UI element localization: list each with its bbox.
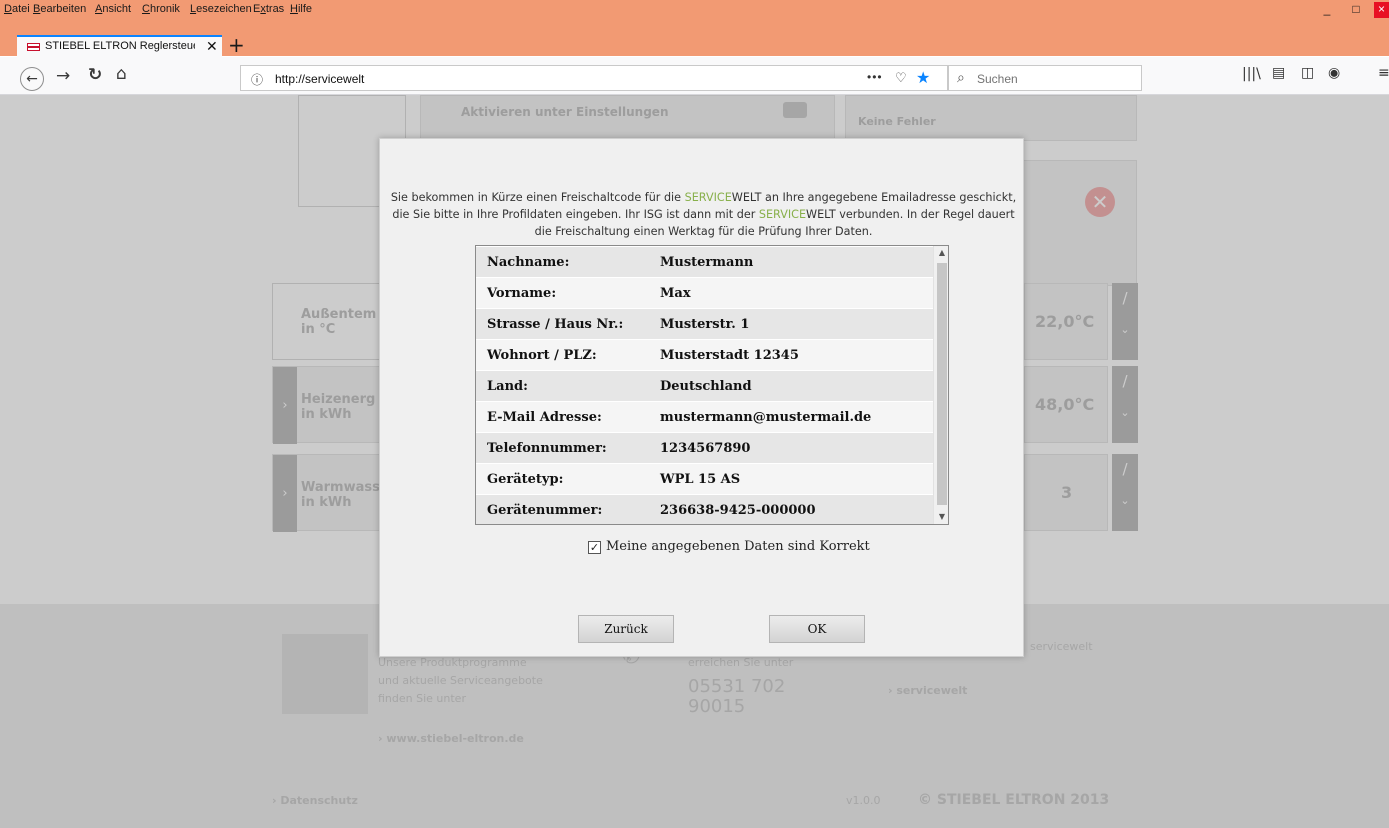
menu-datei[interactable]: Datei xyxy=(4,3,30,15)
library-icon[interactable]: |||\ xyxy=(1242,66,1261,82)
servicewelt-brand: SERVICE xyxy=(758,208,807,221)
url-text[interactable]: http://servicewelt xyxy=(275,72,364,86)
table-row: Strasse / Haus Nr.: Musterstr. 1 xyxy=(476,308,933,340)
field-label: Gerätenummer: xyxy=(476,494,649,524)
dialog-message: Sie bekommen in Kürze einen Freischaltco… xyxy=(388,189,1019,240)
url-bar[interactable]: ⓘ http://servicewelt ••• ♡ ★ xyxy=(240,65,948,91)
scrollbar-thumb[interactable] xyxy=(937,263,947,505)
maximize-button[interactable]: □ xyxy=(1347,2,1365,18)
reload-icon[interactable]: ↻ xyxy=(88,65,102,85)
field-value: Max xyxy=(649,277,933,309)
field-label: Telefonnummer: xyxy=(476,432,649,464)
registration-dialog: Sie bekommen in Kürze einen Freischaltco… xyxy=(379,138,1024,657)
table-scrollbar[interactable]: ▲ ▼ xyxy=(933,246,948,524)
table-row: Land: Deutschland xyxy=(476,370,933,402)
checkbox-checked-icon[interactable]: ✓ xyxy=(588,541,601,554)
field-value: 1234567890 xyxy=(649,432,933,464)
table-row: Gerätetyp: WPL 15 AS xyxy=(476,463,933,495)
field-value: WPL 15 AS xyxy=(649,463,933,495)
menu-hamburger-icon[interactable]: ≡ xyxy=(1378,65,1389,81)
search-icon: ⌕ xyxy=(957,69,965,85)
tab-title: STIEBEL ELTRON Reglersteueru xyxy=(45,40,195,52)
search-input[interactable]: ⌕ Suchen xyxy=(948,65,1142,91)
page-actions-icon[interactable]: ••• xyxy=(867,70,883,84)
minimize-button[interactable]: _ xyxy=(1318,2,1336,18)
message-text: Sie bekommen in Kürze einen Freischaltco… xyxy=(390,191,685,204)
field-label: E-Mail Adresse: xyxy=(476,401,649,433)
profile-data-table[interactable]: Nachname: Mustermann Vorname: Max Strasse … xyxy=(475,245,949,525)
table-row: Wohnort / PLZ: Musterstadt 12345 xyxy=(476,339,933,371)
browser-tab[interactable]: STIEBEL ELTRON Reglersteueru ✕ xyxy=(17,35,222,57)
table-row: Telefonnummer: 1234567890 xyxy=(476,432,933,464)
bookmark-star-icon[interactable]: ★ xyxy=(916,68,930,88)
field-value: mustermann@mustermail.de xyxy=(649,401,933,433)
navigation-toolbar: ← → ↻ ⌂ ⓘ http://servicewelt ••• ♡ ★ ⌕ S… xyxy=(0,57,1389,95)
field-label: Wohnort / PLZ: xyxy=(476,339,649,371)
stiebel-favicon-icon xyxy=(27,43,40,51)
back-button[interactable]: Zurück xyxy=(578,615,674,643)
field-label: Vorname: xyxy=(476,277,649,309)
menu-bar: Datei Bearbeiten Ansicht Chronik Lesezei… xyxy=(0,0,1389,20)
servicewelt-brand: WELT xyxy=(731,191,762,204)
menu-ansicht[interactable]: Ansicht xyxy=(95,3,131,15)
home-icon[interactable]: ⌂ xyxy=(116,64,127,84)
field-label: Nachname: xyxy=(476,246,649,278)
site-info-icon[interactable]: ⓘ xyxy=(251,71,263,88)
menu-bearbeiten[interactable]: Bearbeiten xyxy=(33,3,86,15)
account-icon[interactable]: ◉ xyxy=(1328,65,1340,81)
scroll-up-icon[interactable]: ▲ xyxy=(934,246,948,260)
field-label: Strasse / Haus Nr.: xyxy=(476,308,649,340)
pocket-icon[interactable]: ♡ xyxy=(895,70,907,86)
table-row: Nachname: Mustermann xyxy=(476,246,933,278)
field-value: Mustermann xyxy=(649,246,933,278)
field-value: Deutschland xyxy=(649,370,933,402)
sidebar-icon[interactable]: ◫ xyxy=(1301,65,1314,81)
forward-arrow-icon[interactable]: → xyxy=(56,66,70,86)
field-value: Musterstr. 1 xyxy=(649,308,933,340)
ok-button[interactable]: OK xyxy=(769,615,865,643)
close-window-button[interactable]: × xyxy=(1374,2,1389,18)
servicewelt-brand: WELT xyxy=(806,208,836,221)
search-placeholder: Suchen xyxy=(977,72,1018,86)
field-value: 236638-9425-000000 xyxy=(649,494,933,524)
new-tab-button[interactable]: + xyxy=(228,33,245,57)
servicewelt-brand: SERVICE xyxy=(684,191,732,204)
field-value: Musterstadt 12345 xyxy=(649,339,933,371)
field-label: Land: xyxy=(476,370,649,402)
menu-lesezeichen[interactable]: Lesezeichen xyxy=(190,3,252,15)
profile-table: Nachname: Mustermann Vorname: Max Strasse … xyxy=(476,246,933,524)
menu-chronik[interactable]: Chronik xyxy=(142,3,180,15)
confirm-data-checkbox[interactable]: ✓ Meine angegebenen Daten sind Korrekt xyxy=(588,539,870,554)
menu-extras[interactable]: Extras xyxy=(253,3,284,15)
menu-hilfe[interactable]: Hilfe xyxy=(290,3,312,15)
print-icon[interactable]: ▤ xyxy=(1272,65,1285,81)
scroll-down-icon[interactable]: ▼ xyxy=(934,510,948,524)
tab-close-icon[interactable]: ✕ xyxy=(206,38,218,55)
back-arrow-icon[interactable]: ← xyxy=(20,67,44,91)
table-row: E-Mail Adresse: mustermann@mustermail.de xyxy=(476,401,933,433)
table-row: Vorname: Max xyxy=(476,277,933,309)
checkbox-label: Meine angegebenen Daten sind Korrekt xyxy=(606,539,870,554)
field-label: Gerätetyp: xyxy=(476,463,649,495)
table-row: Gerätenummer: 236638-9425-000000 xyxy=(476,494,933,524)
